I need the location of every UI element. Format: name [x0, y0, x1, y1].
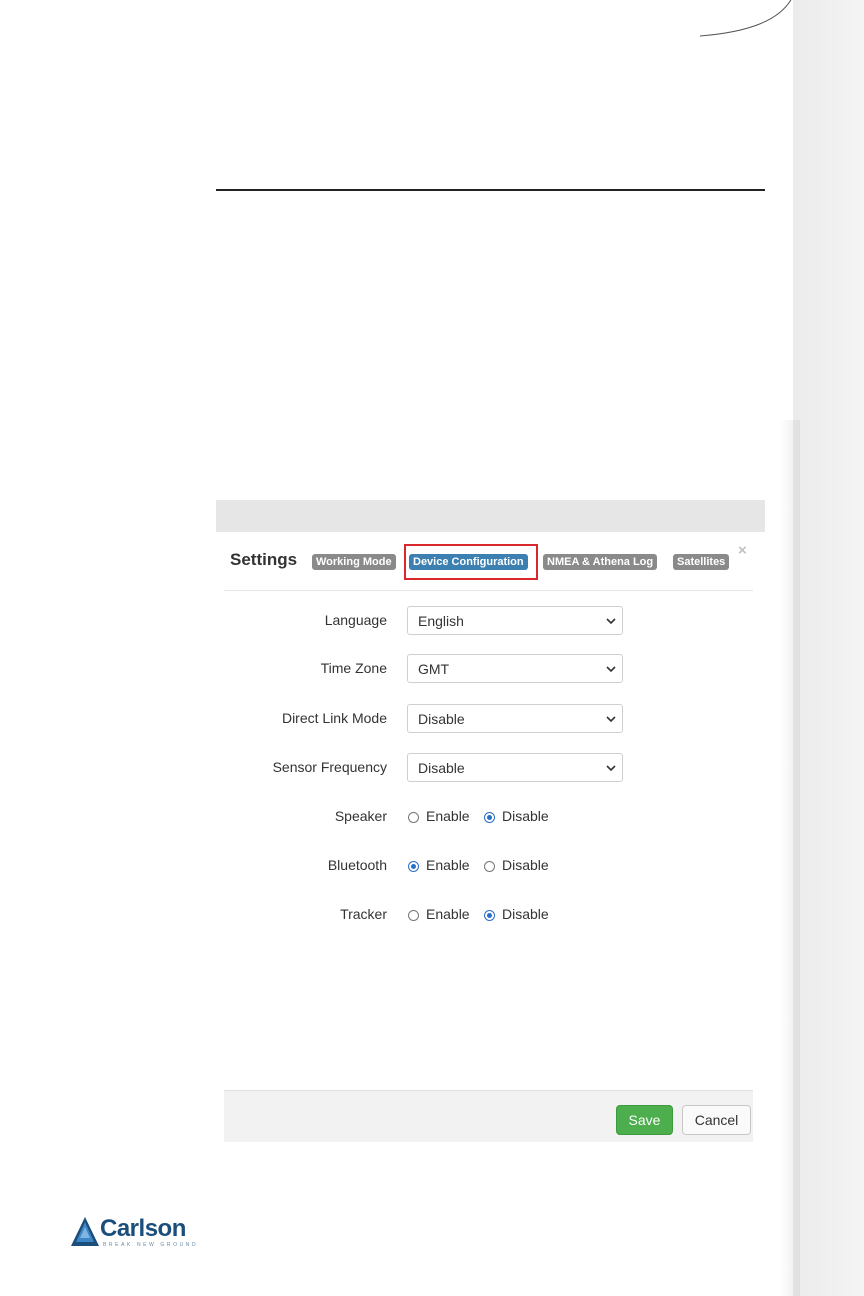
chevron-down-icon: [606, 618, 616, 625]
language-select[interactable]: English: [407, 606, 623, 635]
chevron-down-icon: [606, 716, 616, 723]
time-zone-select[interactable]: GMT: [407, 654, 623, 683]
logo-tagline: BREAK NEW GROUND: [103, 1242, 199, 1248]
time-zone-label: Time Zone: [320, 660, 387, 676]
section-rule: [216, 189, 765, 191]
speaker-label: Speaker: [334, 808, 387, 824]
bluetooth-disable-radio[interactable]: [484, 861, 495, 872]
tab-nmea-athena-log[interactable]: NMEA & Athena Log: [543, 554, 658, 570]
speaker-disable-radio[interactable]: [484, 812, 495, 823]
carlson-mountain-icon: [71, 1217, 99, 1246]
tracker-enable-radio[interactable]: [408, 910, 419, 921]
chevron-down-icon: [606, 765, 616, 772]
save-button[interactable]: Save: [616, 1105, 673, 1135]
direct-link-mode-label: Direct Link Mode: [281, 710, 387, 726]
tab-satellites[interactable]: Satellites: [673, 554, 730, 570]
direct-link-mode-select[interactable]: Disable: [407, 704, 623, 733]
close-icon[interactable]: ×: [738, 542, 747, 559]
sensor-frequency-label: Sensor Frequency: [272, 759, 387, 775]
page-side-shadow: [780, 420, 800, 1296]
tracker-disable-label: Disable: [502, 906, 549, 922]
bluetooth-enable-label: Enable: [426, 857, 470, 873]
cancel-button[interactable]: Cancel: [682, 1105, 751, 1135]
language-label: Language: [324, 612, 387, 628]
language-value: English: [418, 613, 464, 629]
speaker-disable-label: Disable: [502, 808, 549, 824]
direct-link-mode-value: Disable: [418, 711, 465, 727]
speaker-enable-radio[interactable]: [408, 812, 419, 823]
page-side-band: [793, 0, 864, 1296]
speaker-enable-label: Enable: [426, 808, 470, 824]
sensor-frequency-value: Disable: [418, 760, 465, 776]
logo-wordmark: Carlson: [100, 1215, 186, 1242]
screenshot-top-bar: [216, 500, 765, 532]
settings-modal: Settings Working Mode Device Configurati…: [216, 532, 765, 1144]
time-zone-value: GMT: [418, 661, 450, 677]
active-tab-highlight-box: [404, 544, 538, 580]
modal-footer: Save Cancel: [224, 1090, 753, 1142]
bluetooth-disable-label: Disable: [502, 857, 549, 873]
sensor-frequency-select[interactable]: Disable: [407, 753, 623, 782]
carlson-logo: Carlson BREAK NEW GROUND: [70, 1214, 196, 1254]
header-divider: [224, 590, 753, 591]
page-corner-curve: [700, 0, 792, 37]
tracker-disable-radio[interactable]: [484, 910, 495, 921]
bluetooth-label: Bluetooth: [327, 857, 387, 873]
tracker-label: Tracker: [340, 906, 387, 922]
tab-working-mode[interactable]: Working Mode: [312, 554, 396, 570]
chevron-down-icon: [606, 666, 616, 673]
tracker-enable-label: Enable: [426, 906, 470, 922]
modal-title: Settings: [230, 550, 298, 569]
bluetooth-enable-radio[interactable]: [408, 861, 419, 872]
